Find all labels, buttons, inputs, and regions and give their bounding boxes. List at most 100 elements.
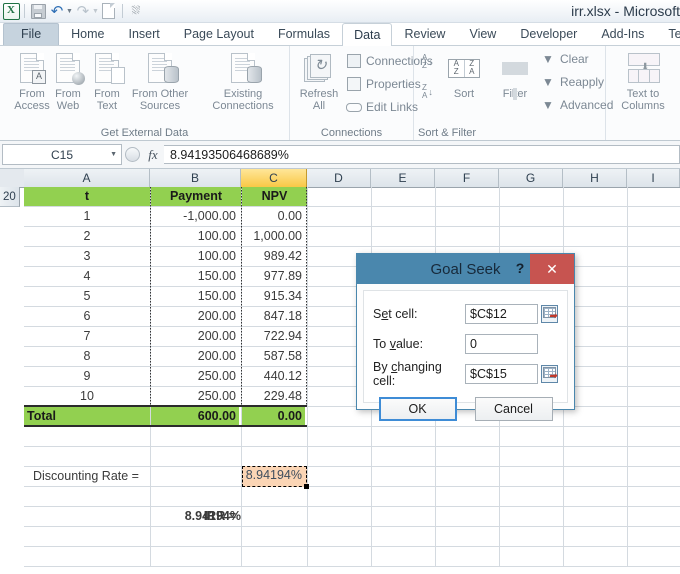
- cell-b1[interactable]: Payment: [151, 187, 241, 206]
- cell-a15-discount-label[interactable]: Discounting Rate =: [30, 467, 170, 486]
- tab-page-layout[interactable]: Page Layout: [172, 23, 266, 45]
- cell-b5[interactable]: 150.00: [151, 267, 239, 286]
- column-header-a[interactable]: A: [24, 169, 150, 187]
- cell-c7[interactable]: 847.18: [242, 307, 305, 326]
- tab-add-ins[interactable]: Add-Ins: [589, 23, 656, 45]
- cell-a1[interactable]: t: [24, 187, 150, 206]
- row-header-20[interactable]: 20: [0, 187, 20, 207]
- formula-bar: C15 ▼ fx 8.94193506468689%: [0, 141, 680, 169]
- cell-b2[interactable]: -1,000.00: [151, 207, 239, 226]
- redo-dropdown-icon[interactable]: ▼: [92, 8, 99, 15]
- cell-c2[interactable]: 0.00: [242, 207, 305, 226]
- formula-input[interactable]: 8.94193506468689%: [164, 145, 680, 164]
- new-document-icon[interactable]: [100, 2, 118, 20]
- cell-a8[interactable]: 7: [24, 327, 150, 346]
- insert-function-icon[interactable]: fx: [142, 147, 164, 163]
- tab-team[interactable]: Te: [656, 23, 680, 45]
- to-value-row: To value: 0: [373, 333, 558, 354]
- tab-home[interactable]: Home: [59, 23, 116, 45]
- cell-b3[interactable]: 100.00: [151, 227, 239, 246]
- column-header-b[interactable]: B: [150, 169, 241, 187]
- sort-ascending-button[interactable]: A Z ↓: [422, 54, 433, 70]
- clear-filter-button[interactable]: ▼ Clear: [540, 49, 589, 69]
- cell-b8[interactable]: 200.00: [151, 327, 239, 346]
- redo-icon[interactable]: ↷: [74, 2, 92, 20]
- column-header-g[interactable]: G: [499, 169, 563, 187]
- formula-bar-splitter[interactable]: [122, 147, 142, 162]
- ok-button[interactable]: OK: [378, 397, 457, 421]
- cell-irr-value[interactable]: 8.94194%: [164, 507, 244, 526]
- undo-dropdown-icon[interactable]: ▼: [66, 8, 73, 15]
- help-icon[interactable]: ?: [512, 258, 528, 278]
- cell-b6[interactable]: 150.00: [151, 287, 239, 306]
- tab-data[interactable]: Data: [342, 23, 393, 46]
- cell-b12[interactable]: 600.00: [151, 407, 239, 426]
- cell-c15-selected[interactable]: 8.94194%: [242, 466, 307, 487]
- customize-quick-access-toolbar-icon[interactable]: ⛆: [127, 2, 145, 20]
- cell-a3[interactable]: 2: [24, 227, 150, 246]
- edit-links-button[interactable]: Edit Links: [346, 97, 418, 117]
- set-cell-label: Set cell:: [373, 306, 418, 321]
- dialog-title-bar[interactable]: Goal Seek ? ✕: [357, 254, 574, 284]
- tab-file[interactable]: File: [3, 23, 60, 45]
- refresh-all-button[interactable]: ↻ Refresh All: [292, 50, 346, 112]
- cell-a5[interactable]: 4: [24, 267, 150, 286]
- existing-connections-button[interactable]: Existing Connections: [202, 50, 284, 112]
- column-header-h[interactable]: H: [563, 169, 627, 187]
- cell-a12[interactable]: Total: [24, 407, 150, 426]
- name-box-dropdown-icon[interactable]: ▼: [110, 151, 117, 158]
- by-changing-cell-input[interactable]: $C$15: [465, 363, 538, 384]
- cell-a6[interactable]: 5: [24, 287, 150, 306]
- ribbon-group-data-tools: ⬇ Text to Columns: [606, 46, 680, 140]
- tab-view[interactable]: View: [457, 23, 508, 45]
- save-icon[interactable]: [29, 2, 47, 20]
- to-value-input[interactable]: 0: [465, 333, 538, 354]
- cell-c1[interactable]: NPV: [242, 187, 307, 206]
- column-header-e[interactable]: E: [371, 169, 435, 187]
- sort-button[interactable]: AZZA Sort: [442, 50, 486, 100]
- cell-c11[interactable]: 229.48: [242, 387, 305, 406]
- cell-c8[interactable]: 722.94: [242, 327, 305, 346]
- reapply-filter-button[interactable]: ▼ Reapply: [540, 72, 604, 92]
- tab-formulas[interactable]: Formulas: [266, 23, 342, 45]
- cell-b7[interactable]: 200.00: [151, 307, 239, 326]
- properties-button[interactable]: Properties: [346, 74, 421, 94]
- tab-developer[interactable]: Developer: [508, 23, 589, 45]
- cell-a2[interactable]: 1: [24, 207, 150, 226]
- cell-c5[interactable]: 977.89: [242, 267, 305, 286]
- cell-c3[interactable]: 1,000.00: [242, 227, 305, 246]
- tab-insert[interactable]: Insert: [117, 23, 172, 45]
- cell-a9[interactable]: 8: [24, 347, 150, 366]
- set-cell-input[interactable]: $C$12: [465, 303, 538, 324]
- filter-button[interactable]: Filter: [492, 50, 538, 100]
- column-header-i[interactable]: I: [627, 169, 680, 187]
- column-header-f[interactable]: F: [435, 169, 499, 187]
- cell-c4[interactable]: 989.42: [242, 247, 305, 266]
- undo-icon[interactable]: ↶: [48, 2, 66, 20]
- cell-a10[interactable]: 9: [24, 367, 150, 386]
- cell-b11[interactable]: 250.00: [151, 387, 239, 406]
- fill-handle[interactable]: [304, 484, 309, 489]
- cancel-button[interactable]: Cancel: [474, 397, 553, 421]
- set-cell-range-picker-icon[interactable]: ➡: [541, 304, 558, 323]
- cell-c6[interactable]: 915.34: [242, 287, 305, 306]
- by-changing-cell-range-picker-icon[interactable]: ➡: [541, 364, 558, 383]
- name-box[interactable]: C15 ▼: [2, 144, 122, 165]
- cell-c12[interactable]: 0.00: [242, 407, 305, 426]
- cell-c9[interactable]: 587.58: [242, 347, 305, 366]
- from-other-sources-button[interactable]: From Other Sources: [122, 50, 198, 112]
- column-header-d[interactable]: D: [307, 169, 371, 187]
- column-header-c[interactable]: C: [241, 169, 307, 187]
- close-icon[interactable]: ✕: [530, 254, 574, 284]
- cell-b10[interactable]: 250.00: [151, 367, 239, 386]
- cell-a11[interactable]: 10: [24, 387, 150, 406]
- sort-descending-button[interactable]: Z A ↓: [422, 84, 433, 100]
- advanced-filter-button[interactable]: ▼ Advanced: [540, 95, 613, 115]
- text-to-columns-button[interactable]: ⬇ Text to Columns: [614, 50, 672, 112]
- cell-a4[interactable]: 3: [24, 247, 150, 266]
- cell-c10[interactable]: 440.12: [242, 367, 305, 386]
- tab-review[interactable]: Review: [392, 23, 457, 45]
- cell-a7[interactable]: 6: [24, 307, 150, 326]
- cell-b4[interactable]: 100.00: [151, 247, 239, 266]
- cell-b9[interactable]: 200.00: [151, 347, 239, 366]
